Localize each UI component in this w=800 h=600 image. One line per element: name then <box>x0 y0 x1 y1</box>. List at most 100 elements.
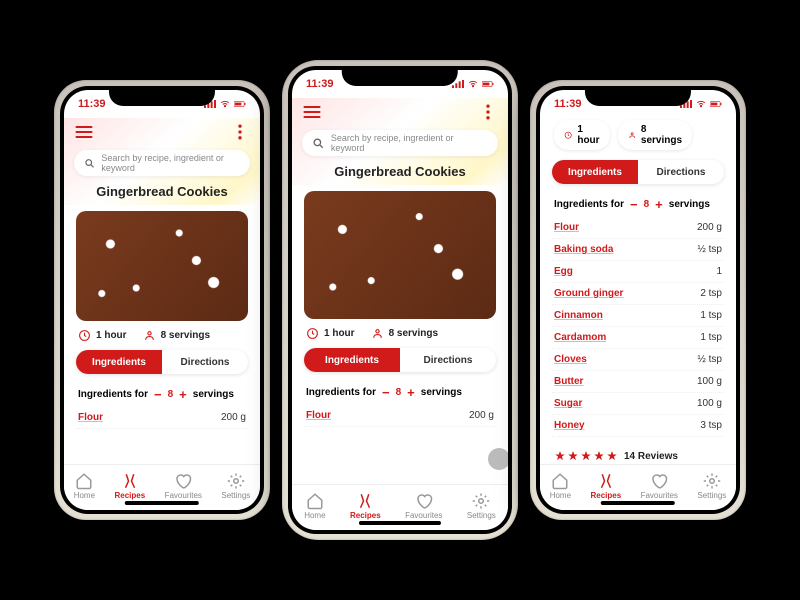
page-title: Gingerbread Cookies <box>74 184 250 199</box>
clock: 11:39 <box>78 98 106 110</box>
servings-decrease[interactable]: − <box>630 198 638 211</box>
servings-count: 8 <box>168 389 174 400</box>
nav-recipes[interactable]: Recipes <box>114 472 145 500</box>
menu-button[interactable] <box>302 102 322 127</box>
ingredient-name[interactable]: Egg <box>554 266 573 277</box>
recipes-icon <box>597 472 615 490</box>
ingredient-name[interactable]: Baking soda <box>554 244 613 255</box>
servings-decrease[interactable]: − <box>382 386 390 399</box>
star-rating <box>554 450 618 462</box>
ingredient-name[interactable]: Cloves <box>554 354 587 365</box>
nav-home[interactable]: Home <box>304 492 325 520</box>
home-indicator[interactable] <box>601 501 675 505</box>
servings-increase[interactable]: + <box>655 198 663 211</box>
home-icon <box>75 472 93 490</box>
nav-favourites[interactable]: Favourites <box>165 472 202 500</box>
heart-icon <box>174 472 192 490</box>
recipe-image <box>304 191 496 319</box>
heart-icon <box>650 472 668 490</box>
ingredient-amount: 200 g <box>697 222 722 233</box>
header: Search by recipe, ingredient or keyword … <box>64 118 260 205</box>
clock: 11:39 <box>306 78 334 90</box>
tab-ingredients[interactable]: Ingredients <box>552 160 638 184</box>
servings-icon <box>371 327 384 340</box>
ingredient-row: Flour200 g <box>76 407 248 429</box>
search-input[interactable]: Search by recipe, ingredient or keyword <box>302 130 498 156</box>
gear-icon <box>227 472 245 490</box>
menu-button[interactable] <box>74 122 94 147</box>
clock: 11:39 <box>554 98 582 110</box>
ingredient-amount: 100 g <box>697 376 722 387</box>
ingredient-name[interactable]: Cardamom <box>554 332 606 343</box>
ingredient-row: Cloves ½ tsp <box>552 349 724 371</box>
ingredient-row: Sugar 100 g <box>552 393 724 415</box>
tab-directions[interactable]: Directions <box>162 350 248 374</box>
meta-duration: 1 hour <box>306 327 355 340</box>
ingredient-name[interactable]: Ground ginger <box>554 288 623 299</box>
tab-ingredients[interactable]: Ingredients <box>304 348 400 372</box>
reviews-row[interactable]: 14 Reviews <box>552 442 724 464</box>
nav-settings[interactable]: Settings <box>467 492 496 520</box>
ingredient-row: Cardamom 1 tsp <box>552 327 724 349</box>
servings-increase[interactable]: + <box>179 388 187 401</box>
ingredient-row: Honey3 tsp <box>552 415 724 437</box>
recipe-image <box>76 211 248 321</box>
screen: 11:39 <box>64 90 260 510</box>
nav-favourites[interactable]: Favourites <box>405 492 442 520</box>
ingredient-row: Ground ginger2 tsp <box>552 283 724 305</box>
touch-indicator <box>488 448 508 470</box>
tab-ingredients[interactable]: Ingredients <box>76 350 162 374</box>
ingredients-list: Flour200 g <box>76 407 248 464</box>
gear-icon <box>472 492 490 510</box>
phone-mockup-center: 11:39 Search by recipe, ingredient or ke… <box>282 60 518 540</box>
search-input[interactable]: Search by recipe, ingredient or keyword <box>74 150 250 176</box>
ingredient-name[interactable]: Honey <box>554 420 585 431</box>
ingredient-amount: 100 g <box>697 398 722 409</box>
home-indicator[interactable] <box>125 501 199 505</box>
ingredient-amount: ½ tsp <box>698 354 722 365</box>
tabs: Ingredients Directions <box>76 350 248 374</box>
ingredients-list: Flour 200 g Baking soda ½ tsp Egg 1 Ground gin… <box>552 217 724 442</box>
tab-directions[interactable]: Directions <box>638 160 724 184</box>
search-icon <box>84 157 95 170</box>
ingredient-row: Cinnamon 1 tsp <box>552 305 724 327</box>
ingredient-name[interactable]: Sugar <box>554 398 582 409</box>
servings-decrease[interactable]: − <box>154 388 162 401</box>
ingredient-name[interactable]: Cinnamon <box>554 310 603 321</box>
nav-recipes[interactable]: Recipes <box>590 472 621 500</box>
battery-icon <box>710 99 722 109</box>
nav-recipes[interactable]: Recipes <box>350 492 381 520</box>
battery-icon <box>234 99 246 109</box>
ingredient-amount: 1 tsp <box>700 332 722 343</box>
meta-servings: 8 servings <box>143 329 210 342</box>
clock-icon <box>306 327 319 340</box>
nav-favourites[interactable]: Favourites <box>641 472 678 500</box>
nav-home[interactable]: Home <box>74 472 95 500</box>
ingredient-name[interactable]: Flour <box>554 222 579 233</box>
search-placeholder: Search by recipe, ingredient or keyword <box>101 153 240 173</box>
ingredient-row: Baking soda ½ tsp <box>552 239 724 261</box>
meta-servings: 8 servings <box>371 327 438 340</box>
nav-settings[interactable]: Settings <box>221 472 250 500</box>
meta-duration-pill: 1 hour <box>554 120 610 150</box>
battery-icon <box>482 79 494 89</box>
nav-settings[interactable]: Settings <box>697 472 726 500</box>
ingredient-name[interactable]: Butter <box>554 376 583 387</box>
nav-home[interactable]: Home <box>550 472 571 500</box>
page-title: Gingerbread Cookies <box>302 164 498 179</box>
wifi-icon <box>695 99 707 109</box>
meta-servings-pill: 8 servings <box>618 120 692 150</box>
more-button[interactable] <box>478 102 498 127</box>
phone-mockup-left: 11:39 <box>54 80 270 520</box>
more-button[interactable] <box>230 122 250 147</box>
wifi-icon <box>219 99 231 109</box>
tab-directions[interactable]: Directions <box>400 348 496 372</box>
clock-icon <box>564 131 572 139</box>
ingredient-amount: 1 tsp <box>700 310 722 321</box>
ingredient-amount: ½ tsp <box>698 244 722 255</box>
home-indicator[interactable] <box>359 521 441 525</box>
ingredient-amount: 1 <box>716 266 722 277</box>
reviews-count: 14 Reviews <box>624 451 678 462</box>
home-icon <box>306 492 324 510</box>
servings-increase[interactable]: + <box>407 386 415 399</box>
